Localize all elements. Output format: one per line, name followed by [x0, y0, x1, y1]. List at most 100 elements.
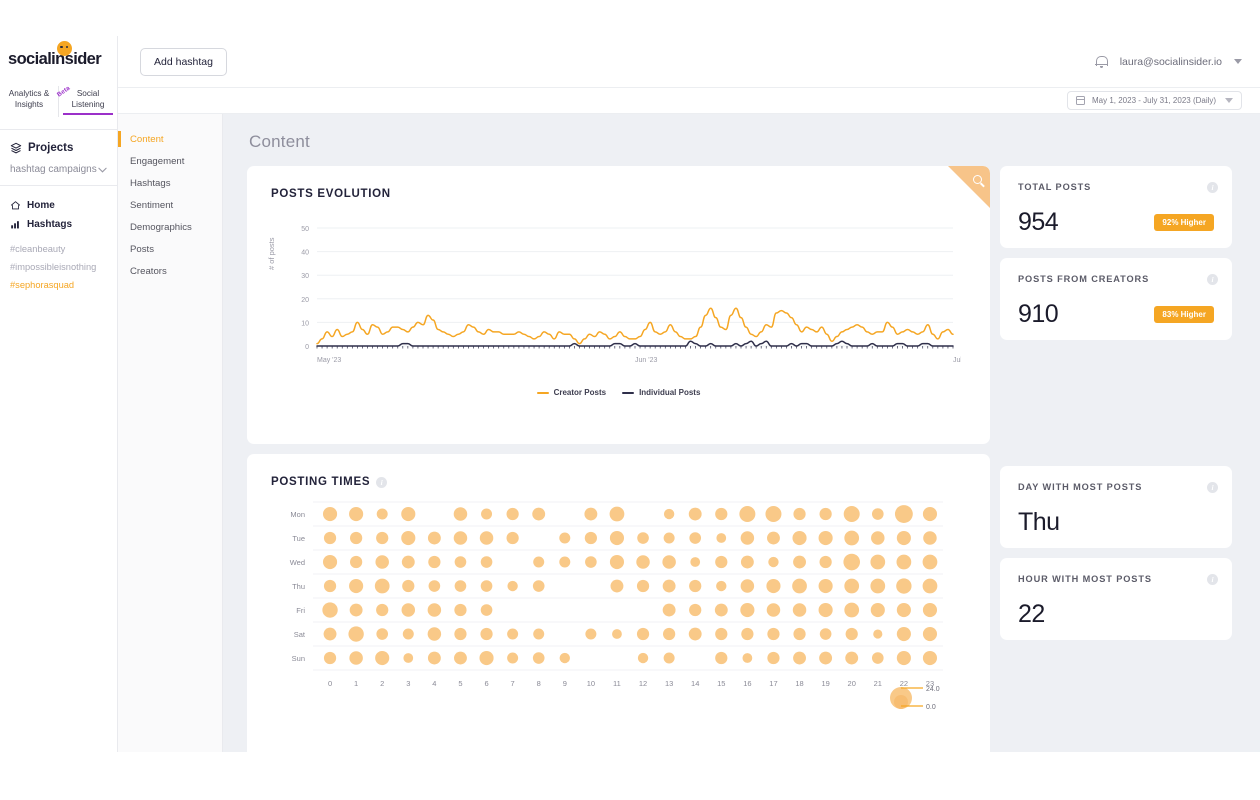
- calendar-icon: [1076, 96, 1085, 105]
- kpi-value: 954: [1018, 208, 1059, 236]
- posting-times-card: POSTING TIMES i Mon Tue Wed Thu Fri Sat Sun 0 1 2…: [247, 454, 990, 752]
- main-content: Content POSTS EVOLUTION # of posts 0 10 20…: [223, 114, 1260, 752]
- legend-label: Creator Posts: [553, 388, 607, 397]
- app-logo[interactable]: socialinsider: [0, 36, 117, 82]
- svg-text:9: 9: [563, 679, 567, 688]
- info-icon[interactable]: i: [1207, 182, 1218, 193]
- subnav-item-posts[interactable]: Posts: [118, 238, 222, 260]
- active-tab-underline: [63, 113, 113, 116]
- kpi-badge: 92% Higher: [1154, 214, 1214, 231]
- svg-text:22: 22: [900, 679, 908, 688]
- svg-text:6: 6: [484, 679, 488, 688]
- legend-item-individual-posts[interactable]: Individual Posts: [622, 388, 700, 397]
- info-icon[interactable]: i: [1207, 482, 1218, 493]
- secondary-sidebar: # s sephorasquad #sephorasquad Content E…: [118, 36, 223, 752]
- subnav-item-demographics[interactable]: Demographics: [118, 216, 222, 238]
- product-tabs: Analytics & Insights Beta Social Listeni…: [0, 82, 117, 125]
- kpi-label: HOUR WITH MOST POSTS: [1018, 574, 1152, 584]
- legend-item-creator-posts[interactable]: Creator Posts: [536, 388, 607, 397]
- add-hashtag-button[interactable]: Add hashtag: [140, 47, 227, 76]
- kpi-badge: 83% Higher: [1154, 306, 1214, 323]
- line-chart-svg: 0 10 20 30 40 50 May '23 Jun '23 Jul '23: [301, 226, 961, 364]
- emoji-face-icon: [57, 40, 72, 56]
- kpi-label: POSTS FROM CREATORS: [1018, 274, 1150, 284]
- projects-label: Projects: [28, 142, 74, 155]
- svg-text:24.0: 24.0: [926, 686, 940, 693]
- primary-sidebar: socialinsider Analytics & Insights Beta …: [0, 36, 118, 752]
- sidebar-item-home-label: Home: [27, 200, 55, 212]
- topbar: Add hashtag laura@socialinsider.io: [118, 36, 1260, 88]
- tab-analytics-insights-label: Analytics & Insights: [8, 89, 50, 110]
- user-email[interactable]: laura@socialinsider.io: [1120, 56, 1222, 68]
- legend-label: Individual Posts: [639, 388, 701, 397]
- svg-text:2: 2: [380, 679, 384, 688]
- info-icon[interactable]: i: [1207, 574, 1218, 585]
- app-root: socialinsider Analytics & Insights Beta …: [0, 0, 1260, 800]
- svg-text:5: 5: [458, 679, 462, 688]
- svg-text:Wed: Wed: [290, 558, 305, 567]
- beta-badge: Beta: [55, 84, 72, 99]
- svg-text:7: 7: [511, 679, 515, 688]
- kpi-hour-with-most-posts: HOUR WITH MOST POSTS i 22: [1000, 558, 1232, 640]
- posting-times-svg: MonTueWedThuFriSatSun0 1 2 3 4 5 6 7 8 9 10 11 12 13 1…: [290, 501, 943, 711]
- subnav-item-hashtags[interactable]: Hashtags: [118, 172, 222, 194]
- projects-header[interactable]: Projects: [0, 130, 117, 158]
- posts-evolution-title: POSTS EVOLUTION: [271, 188, 391, 200]
- svg-text:18: 18: [795, 679, 803, 688]
- svg-text:Thu: Thu: [292, 582, 305, 591]
- project-selector[interactable]: hashtag campaigns: [0, 158, 117, 185]
- kpi-column: TOTAL POSTS i 954 92% Higher POSTS FROM …: [1000, 166, 1232, 640]
- sidebar-tag-sephorasquad[interactable]: #sephorasquad: [0, 276, 117, 294]
- info-icon[interactable]: i: [1207, 274, 1218, 285]
- svg-text:8: 8: [537, 679, 541, 688]
- date-range-picker[interactable]: May 1, 2023 - July 31, 2023 (Daily): [1067, 91, 1242, 110]
- svg-text:Mon: Mon: [290, 510, 305, 519]
- y-axis-label: # of posts: [267, 237, 276, 270]
- tab-social-listening[interactable]: Beta Social Listening: [55, 84, 117, 118]
- svg-text:Fri: Fri: [296, 606, 305, 615]
- kpi-total-posts: TOTAL POSTS i 954 92% Higher: [1000, 166, 1232, 248]
- subnav-item-sentiment[interactable]: Sentiment: [118, 194, 222, 216]
- svg-text:Tue: Tue: [292, 534, 305, 543]
- subnav-item-content[interactable]: Content: [118, 128, 222, 150]
- bell-icon[interactable]: [1094, 55, 1109, 69]
- chevron-down-icon[interactable]: [1234, 59, 1242, 64]
- svg-text:20: 20: [848, 679, 856, 688]
- sidebar-item-home[interactable]: Home: [0, 196, 117, 215]
- svg-text:21: 21: [874, 679, 882, 688]
- sidebar-tag-impossibleisnothing[interactable]: #impossibleisnothing: [0, 258, 117, 276]
- magnifier-icon: [973, 175, 982, 184]
- svg-text:Jul '23: Jul '23: [953, 357, 961, 364]
- sidebar-tag-cleanbeauty[interactable]: #cleanbeauty: [0, 240, 117, 258]
- info-icon[interactable]: i: [376, 476, 388, 488]
- project-selector-value: hashtag campaigns: [10, 164, 97, 176]
- svg-text:20: 20: [301, 297, 309, 304]
- tab-analytics-insights[interactable]: Analytics & Insights: [0, 86, 58, 117]
- expand-chart-button[interactable]: [948, 166, 990, 208]
- kpi-day-with-most-posts: DAY WITH MOST POSTS i Thu: [1000, 466, 1232, 548]
- kpi-value: 22: [1018, 600, 1045, 628]
- svg-text:16: 16: [743, 679, 751, 688]
- svg-text:30: 30: [301, 273, 309, 280]
- kpi-value: Thu: [1018, 508, 1060, 536]
- svg-text:11: 11: [613, 679, 621, 688]
- svg-text:May '23: May '23: [317, 357, 341, 364]
- home-icon: [10, 201, 21, 210]
- svg-text:0: 0: [305, 344, 309, 351]
- kpi-value: 910: [1018, 300, 1059, 328]
- svg-text:Sat: Sat: [294, 630, 306, 639]
- svg-text:19: 19: [821, 679, 829, 688]
- svg-text:15: 15: [717, 679, 725, 688]
- page-title: Content: [249, 132, 310, 151]
- svg-text:Sun: Sun: [292, 654, 305, 663]
- subnav-item-engagement[interactable]: Engagement: [118, 150, 222, 172]
- primary-nav: Home Hashtags #cleanbeauty #impossibleis…: [0, 186, 117, 294]
- subnav-item-creators[interactable]: Creators: [118, 260, 222, 282]
- posts-evolution-plot: # of posts 0 10 20 30 40 50 May '23 Jun '23 Jul …: [267, 222, 966, 372]
- date-bar: May 1, 2023 - July 31, 2023 (Daily): [118, 88, 1260, 114]
- svg-text:0.0: 0.0: [926, 704, 936, 711]
- svg-text:0: 0: [328, 679, 332, 688]
- chart-legend: Creator Posts Individual Posts: [271, 388, 966, 397]
- sidebar-item-hashtags[interactable]: Hashtags: [0, 215, 117, 234]
- svg-text:3: 3: [406, 679, 410, 688]
